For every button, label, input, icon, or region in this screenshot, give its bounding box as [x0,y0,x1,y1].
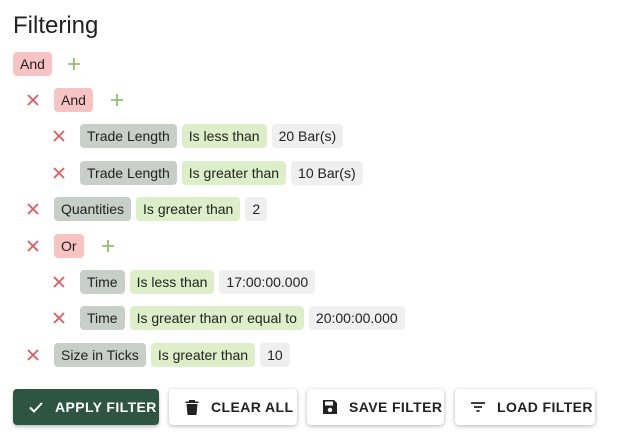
close-icon[interactable] [50,309,68,327]
save-filter-label: SAVE FILTER [349,399,443,415]
close-icon[interactable] [24,91,42,109]
load-filter-label: LOAD FILTER [497,399,593,415]
operator-chip[interactable]: Is greater than [136,197,241,221]
close-icon[interactable] [50,164,68,182]
operator-chip[interactable]: Is less than [129,270,215,294]
close-icon[interactable] [50,273,68,291]
filter-rule: Time Is greater than or equal to 20:00:0… [50,306,410,330]
value-chip[interactable]: 17:00:00.000 [219,270,316,294]
apply-filter-label: APPLY FILTER [55,399,157,415]
plus-icon[interactable] [108,91,126,109]
check-icon [27,398,45,416]
field-chip[interactable]: Trade Length [80,161,177,185]
group2-header: Or [24,234,117,258]
filter-rule: Trade Length Is less than 20 Bar(s) [50,124,348,148]
close-icon[interactable] [24,200,42,218]
group1-header: And [24,88,126,112]
plus-icon[interactable] [99,237,117,255]
page-title: Filtering [13,12,99,39]
apply-filter-button[interactable]: APPLY FILTER [13,389,159,425]
field-chip[interactable]: Trade Length [80,124,177,148]
operator-chip[interactable]: Is less than [181,124,267,148]
logic-chip-group1[interactable]: And [54,88,93,112]
plus-icon[interactable] [65,55,83,73]
field-chip[interactable]: Size in Ticks [54,343,146,367]
close-icon[interactable] [24,346,42,364]
filter-list-icon [469,398,487,416]
operator-chip[interactable]: Is greater than [150,343,256,367]
operator-chip[interactable]: Is greater than [181,161,287,185]
filter-rule: Quantities Is greater than 2 [24,197,272,221]
floppy-disk-icon [321,398,339,416]
filter-rule: Size in Ticks Is greater than 10 [24,343,295,367]
field-chip[interactable]: Time [80,270,125,294]
load-filter-button[interactable]: LOAD FILTER [455,389,595,425]
value-chip[interactable]: 10 [260,343,290,367]
value-chip[interactable]: 10 Bar(s) [291,161,363,185]
logic-chip-group2[interactable]: Or [54,234,84,258]
field-chip[interactable]: Quantities [54,197,132,221]
value-chip[interactable]: 20:00:00.000 [308,306,405,330]
clear-all-button[interactable]: CLEAR ALL [169,389,297,425]
root-group-header: And [13,52,83,76]
field-chip[interactable]: Time [80,306,125,330]
close-icon[interactable] [50,127,68,145]
filter-rule: Time Is less than 17:00:00.000 [50,270,320,294]
value-chip[interactable]: 20 Bar(s) [271,124,344,148]
filter-rule: Trade Length Is greater than 10 Bar(s) [50,161,368,185]
filtering-panel: Filtering And And Trade Length Is less t… [0,0,640,439]
logic-chip-root[interactable]: And [13,52,52,76]
clear-all-label: CLEAR ALL [211,399,294,415]
value-chip[interactable]: 2 [245,197,268,221]
save-filter-button[interactable]: SAVE FILTER [307,389,444,425]
operator-chip[interactable]: Is greater than or equal to [129,306,304,330]
trash-icon [183,398,201,416]
close-icon[interactable] [24,237,42,255]
